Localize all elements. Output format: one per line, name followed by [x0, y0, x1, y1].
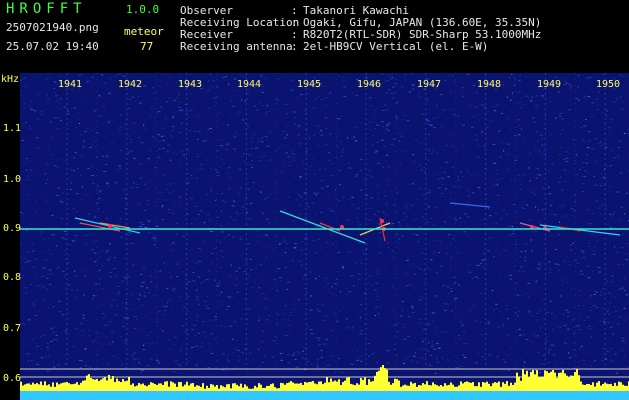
- y-tick-0-6: 0.6: [3, 373, 22, 384]
- file-name: 2507021940.png: [6, 21, 99, 34]
- y-tick-0-7: 0.7: [3, 323, 22, 334]
- receiver-key: Receiver: [180, 28, 233, 41]
- observer-key: Observer: [180, 4, 233, 17]
- time-tick-1948: 1948: [477, 79, 502, 90]
- observer-sep: :: [291, 4, 298, 17]
- location-sep: :: [291, 16, 298, 29]
- time-tick-1944: 1944: [237, 79, 262, 90]
- app-version: 1.0.0: [126, 3, 160, 16]
- time-tick-1946: 1946: [357, 79, 382, 90]
- date-time: 25.07.02 19:40: [6, 40, 99, 53]
- level-baseline: [20, 391, 629, 400]
- time-tick-1947: 1947: [417, 79, 442, 90]
- spectrogram-background: [20, 73, 629, 400]
- time-tick-1941: 1941: [58, 79, 83, 90]
- antenna-value: 2el-HB9CV Vertical (el. E-W): [303, 40, 489, 53]
- y-tick-0-8: 0.8: [3, 272, 22, 283]
- y-tick-1-1: 1.1: [3, 123, 22, 134]
- y-axis-unit: kHz: [1, 74, 20, 85]
- time-tick-1942: 1942: [118, 79, 143, 90]
- time-tick-1950: 1950: [596, 79, 621, 90]
- observer-value: Takanori Kawachi: [303, 4, 409, 17]
- location-value: Ogaki, Gifu, JAPAN (136.60E, 35.35N): [303, 16, 542, 29]
- app-title: HROFFT: [6, 1, 87, 17]
- time-tick-1945: 1945: [297, 79, 322, 90]
- time-tick-1943: 1943: [178, 79, 203, 90]
- spectrogram: [20, 73, 629, 400]
- time-tick-1949: 1949: [537, 79, 562, 90]
- y-tick-1-0: 1.0: [3, 174, 22, 185]
- y-tick-0-9: 0.9: [3, 223, 22, 234]
- antenna-key: Receiving antenna: [180, 40, 293, 53]
- meteor-count: 77: [140, 40, 154, 53]
- antenna-sep: :: [291, 40, 298, 53]
- location-key: Receiving Location: [180, 16, 300, 29]
- meteor-label: meteor: [124, 25, 164, 38]
- receiver-value: R820T2(RTL-SDR) SDR-Sharp 53.1000MHz: [303, 28, 542, 41]
- header-panel: HROFFT 1.0.0 2507021940.png meteor 25.07…: [0, 0, 629, 72]
- receiver-sep: :: [291, 28, 298, 41]
